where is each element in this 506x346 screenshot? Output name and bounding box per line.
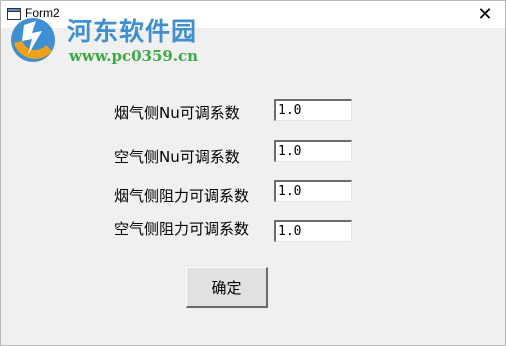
ok-button[interactable]: 确定: [186, 267, 268, 308]
label-air-resistance: 空气侧阻力可调系数: [114, 220, 250, 238]
flue-gas-nu-field[interactable]: [274, 99, 352, 121]
air-resistance-field[interactable]: [274, 220, 352, 242]
watermark-site-name: 河东软件园: [67, 17, 198, 46]
label-flue-gas-resistance: 烟气侧阻力可调系数: [114, 187, 250, 205]
close-button[interactable]: ✕: [465, 1, 505, 28]
air-nu-field[interactable]: [274, 140, 352, 162]
watermark-url: www.pc0359.cn: [69, 47, 199, 65]
ok-button-label: 确定: [211, 278, 242, 297]
flue-gas-resistance-field[interactable]: [274, 180, 352, 202]
label-flue-gas-nu: 烟气侧Nu可调系数: [114, 104, 240, 122]
watermark-logo: [11, 18, 55, 62]
label-air-nu: 空气侧Nu可调系数: [114, 148, 240, 166]
form2-window: Form2 ✕ 河东软件园 www.pc0359.cn 烟气侧Nu可调系数 空气…: [0, 0, 506, 346]
close-icon: ✕: [477, 4, 493, 25]
